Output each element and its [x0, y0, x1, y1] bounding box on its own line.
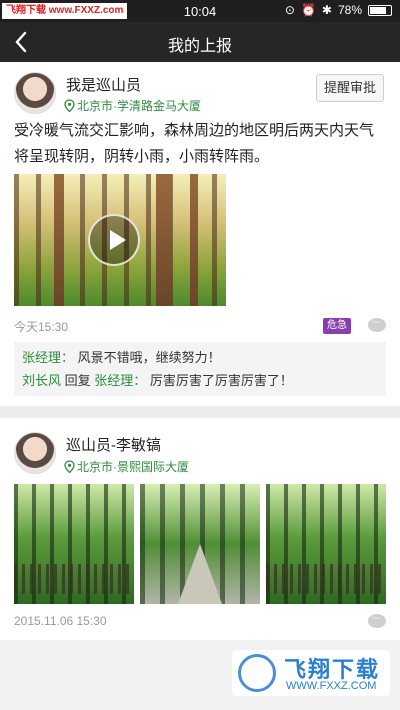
remind-approval-button[interactable]: 提醒审批 — [316, 74, 384, 102]
comment-item: 张经理： 风景不错哦，继续努力！ — [22, 346, 378, 369]
fence-shape — [266, 564, 386, 594]
post-time: 2015.11.06 15:30 — [14, 614, 107, 628]
play-icon[interactable] — [88, 214, 140, 266]
status-icons: ⊙ ⏰ ✱ 78% — [285, 3, 392, 17]
report-card: 我是巡山员 北京市·学清路金马大厦 提醒审批 受冷暖气流交汇影响，森林周边的地区… — [0, 62, 400, 406]
avatar[interactable] — [14, 72, 56, 114]
avatar[interactable] — [14, 432, 56, 474]
comment-text: 风景不错哦，继续努力！ — [77, 350, 221, 365]
page-title: 我的上报 — [167, 38, 232, 55]
reply-word: 回复 — [64, 373, 91, 388]
nav-bar: 我的上报 — [0, 22, 400, 62]
comment-icon[interactable] — [368, 314, 386, 332]
location-pin-icon — [64, 460, 75, 473]
battery-icon — [368, 4, 392, 16]
tree-trunk — [190, 174, 198, 306]
alarm-icon: ⏰ — [300, 3, 316, 17]
photo-thumbnail[interactable] — [140, 484, 260, 604]
author-name: 我是巡山员 — [66, 77, 142, 94]
photo-thumbnail[interactable] — [266, 484, 386, 604]
fence-shape — [14, 564, 134, 594]
photo-thumbnail[interactable] — [14, 484, 134, 604]
location-row: 北京市·景熙国际大厦 — [64, 458, 189, 475]
battery-percent: 78% — [337, 3, 362, 17]
reply-target[interactable]: 张经理： — [94, 373, 146, 388]
report-content: 受冷暖气流交汇影响，森林周边的地区明后两天内天气将呈现转阴，阴转小雨，小雨转阵雨… — [14, 122, 375, 165]
video-thumbnail[interactable] — [14, 174, 226, 306]
road-shape — [178, 544, 222, 604]
bluetooth-icon: ✱ — [321, 3, 332, 17]
location-text: 北京市·学清路金马大厦 — [77, 99, 201, 113]
tree-trunk — [156, 174, 172, 306]
logo-circle-icon — [238, 654, 276, 692]
post-time: 今天15:30 — [14, 320, 69, 334]
comment-list: 张经理： 风景不错哦，继续努力！ 刘长风 回复 张经理： 厉害厉害了厉害厉害了！ — [14, 342, 386, 396]
comment-icon[interactable] — [368, 610, 386, 628]
comment-author[interactable]: 张经理： — [22, 350, 74, 365]
report-card: 巡山员-李敏镐 北京市·景熙国际大厦 2015.11.06 15:30 — [0, 418, 400, 640]
lock-rotation-icon: ⊙ — [284, 3, 295, 17]
urgent-badge: 危急 — [323, 318, 351, 334]
comment-text: 厉害厉害了厉害厉害了！ — [149, 373, 293, 388]
tree-trunk — [54, 174, 64, 306]
card-divider — [0, 406, 400, 418]
comment-author[interactable]: 刘长风 — [22, 373, 61, 388]
logo-url: WWW.FXXZ.COM — [286, 680, 377, 692]
location-text: 北京市·景熙国际大厦 — [77, 460, 189, 474]
status-bar: 飞翔下载 www.FXXZ.com 10:04 ⊙ ⏰ ✱ 78% — [0, 0, 400, 22]
comment-item: 刘长风 回复 张经理： 厉害厉害了厉害厉害了！ — [22, 369, 378, 392]
location-row: 北京市·学清路金马大厦 — [64, 97, 201, 114]
watermark-logo: 飞翔下载 WWW.FXXZ.COM — [232, 650, 390, 696]
author-name: 巡山员-李敏镐 — [66, 437, 161, 454]
location-pin-icon — [64, 99, 75, 112]
